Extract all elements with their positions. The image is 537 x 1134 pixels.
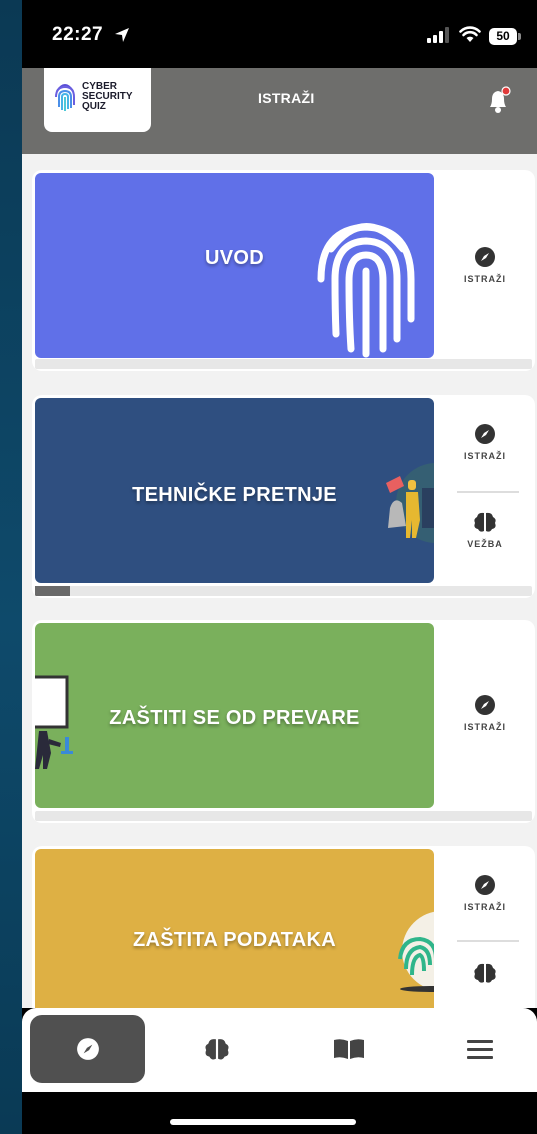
progress-fill [35, 586, 70, 596]
compass-icon [475, 247, 495, 267]
battery-indicator: 50 [489, 28, 517, 45]
practice-button[interactable] [435, 962, 535, 984]
progress-track [35, 586, 532, 596]
logo-line-3: QUIZ [82, 101, 106, 112]
nav-explore[interactable] [30, 1015, 145, 1083]
location-arrow-icon [115, 28, 129, 42]
explore-label: ISTRAŽI [464, 274, 506, 284]
nav-menu[interactable] [422, 1015, 537, 1083]
action-divider [457, 940, 519, 942]
course-card-zastita-podataka: ZAŠTITA PODATAKA ISTRAŽI [32, 846, 535, 1008]
course-banner-tehnicke-pretnje[interactable]: TEHNIČKE PRETNJE [35, 398, 434, 583]
background-left-edge [0, 0, 22, 1134]
battery-tip [518, 33, 521, 40]
wifi-icon [459, 26, 481, 42]
compass-icon [475, 695, 495, 715]
phone-screen: 22:27 50 CYBER SECURITY QUIZ ISTRAŽI UVO… [22, 0, 537, 1134]
action-divider [457, 491, 519, 493]
course-title: ZAŠTITI SE OD PREVARE [109, 707, 360, 729]
brain-icon [474, 512, 496, 532]
notification-badge [501, 86, 511, 96]
course-banner-zastita-podataka[interactable]: ZAŠTITA PODATAKA [35, 849, 434, 1008]
app-logo[interactable]: CYBER SECURITY QUIZ [44, 68, 151, 132]
bottom-navigation [22, 1008, 537, 1092]
progress-track [35, 811, 532, 821]
nav-learn[interactable] [291, 1015, 406, 1083]
compass-icon [475, 424, 495, 444]
data-protection-illustration-icon [398, 911, 434, 992]
status-time: 22:27 [52, 24, 104, 45]
course-title: ZAŠTITA PODATAKA [133, 929, 336, 951]
status-bar: 22:27 50 [22, 0, 537, 68]
menu-icon [466, 1040, 493, 1059]
card-actions: ISTRAŽI [435, 620, 535, 823]
card-actions: ISTRAŽI VEŽBA [435, 395, 535, 598]
explore-label: ISTRAŽI [464, 902, 506, 912]
presentation-illustration-icon [35, 675, 73, 769]
card-actions: ISTRAŽI [435, 846, 535, 1008]
notification-bell-icon[interactable] [486, 86, 512, 114]
practice-label: VEŽBA [467, 539, 503, 549]
app-header: CYBER SECURITY QUIZ ISTRAŽI [22, 68, 537, 154]
explore-label: ISTRAŽI [464, 722, 506, 732]
explore-button[interactable]: ISTRAŽI [435, 423, 535, 461]
course-card-zastiti-se-od-prevare: ZAŠTITI SE OD PREVARE ISTRAŽI [32, 620, 535, 823]
page-title: ISTRAŽI [258, 90, 315, 106]
brain-icon [204, 1039, 229, 1060]
course-title: TEHNIČKE PRETNJE [132, 484, 337, 506]
practice-button[interactable]: VEŽBA [435, 511, 535, 549]
course-card-tehnicke-pretnje: TEHNIČKE PRETNJE ISTRAŽI VEŽBA [32, 395, 535, 598]
course-list: UVOD ISTRAŽI TEHNIČKE PRETNJE ISTRAŽI VE… [22, 154, 537, 1008]
signal-icon [427, 27, 449, 43]
compass-icon [475, 875, 495, 895]
hacker-illustration-icon [386, 463, 434, 543]
nav-practice[interactable] [159, 1015, 274, 1083]
explore-label: ISTRAŽI [464, 451, 506, 461]
explore-button[interactable]: ISTRAŽI [435, 694, 535, 732]
book-icon [333, 1039, 364, 1059]
compass-icon [76, 1038, 99, 1060]
brain-icon [474, 963, 496, 983]
course-banner-uvod[interactable]: UVOD [35, 173, 434, 358]
explore-button[interactable]: ISTRAŽI [435, 246, 535, 284]
logo-text: CYBER SECURITY QUIZ [82, 82, 133, 112]
explore-button[interactable]: ISTRAŽI [435, 874, 535, 912]
home-indicator[interactable] [170, 1119, 356, 1125]
progress-track [35, 359, 532, 369]
fingerprint-logo-icon [55, 84, 75, 111]
fingerprint-illustration-icon [317, 223, 415, 358]
card-actions: ISTRAŽI [435, 170, 535, 371]
course-card-uvod: UVOD ISTRAŽI [32, 170, 535, 371]
course-banner-zastiti-se-od-prevare[interactable]: ZAŠTITI SE OD PREVARE [35, 623, 434, 808]
